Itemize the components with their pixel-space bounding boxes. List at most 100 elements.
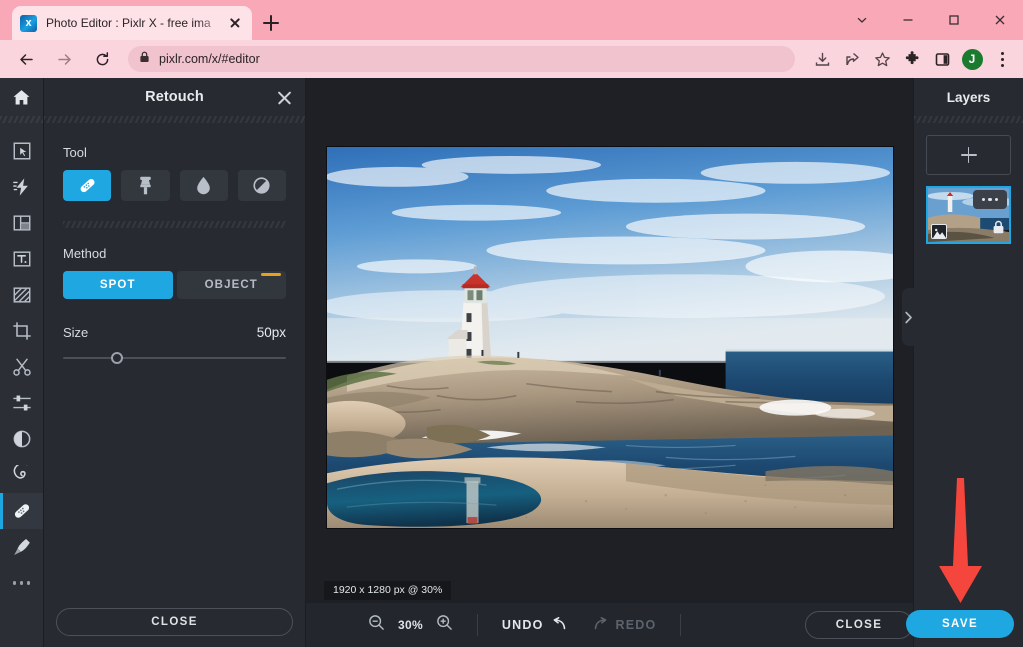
browser-toolbar: pixlr.com/x/#editor J bbox=[0, 40, 1023, 78]
plus-icon bbox=[960, 147, 977, 163]
sidebar-item-ai-tools[interactable] bbox=[0, 169, 43, 205]
panel-collapse-handle[interactable] bbox=[902, 288, 915, 346]
canvas-stage: 1920 x 1280 px @ 30% 30% UNDO REDO CLOSE bbox=[306, 78, 913, 647]
tool-blur-button[interactable] bbox=[179, 170, 228, 201]
pixlr-favicon: x bbox=[20, 14, 37, 32]
save-button-label: SAVE bbox=[941, 618, 979, 630]
size-slider[interactable] bbox=[63, 349, 286, 367]
sidebar-item-draw[interactable] bbox=[0, 277, 43, 313]
browser-window: x Photo Editor : Pixlr X - free ima pixl… bbox=[0, 0, 1023, 647]
layers-list bbox=[914, 123, 1023, 244]
sidebar-item-crop[interactable] bbox=[0, 313, 43, 349]
sidebar-item-retouch[interactable] bbox=[0, 493, 43, 529]
panel-close-button[interactable]: CLOSE bbox=[56, 608, 293, 636]
maximize-icon[interactable] bbox=[931, 0, 977, 40]
panel-body: Tool Method SPOT OBJECT Size 50px bbox=[44, 123, 305, 367]
three-dots-icon bbox=[12, 581, 31, 585]
profile-initial: J bbox=[961, 48, 983, 70]
side-panel-icon[interactable] bbox=[927, 44, 957, 74]
forward-arrow-icon[interactable] bbox=[48, 43, 80, 75]
panel-title: Retouch bbox=[145, 89, 204, 105]
size-control: Size 50px bbox=[63, 325, 286, 340]
tool-label: Tool bbox=[63, 145, 87, 160]
new-tab-button[interactable] bbox=[258, 10, 284, 36]
chevron-down-icon[interactable] bbox=[839, 0, 885, 40]
rail-divider bbox=[0, 116, 43, 123]
save-button[interactable]: SAVE bbox=[906, 610, 1014, 638]
undo-button[interactable]: UNDO bbox=[501, 616, 567, 634]
home-icon[interactable] bbox=[0, 78, 43, 116]
zoom-level: 30% bbox=[398, 618, 423, 632]
download-icon[interactable] bbox=[807, 44, 837, 74]
panel-divider bbox=[44, 116, 305, 123]
layers-header: Layers bbox=[914, 78, 1023, 116]
layers-divider bbox=[914, 116, 1023, 123]
layers-panel: Layers bbox=[902, 78, 1023, 647]
tab-close-icon[interactable] bbox=[226, 14, 244, 32]
avatar[interactable]: J bbox=[957, 44, 987, 74]
bookmark-star-icon[interactable] bbox=[867, 44, 897, 74]
size-label: Size bbox=[63, 325, 89, 340]
address-bar[interactable]: pixlr.com/x/#editor bbox=[128, 46, 795, 72]
reload-icon[interactable] bbox=[86, 43, 118, 75]
tool-options bbox=[63, 170, 286, 201]
layer-menu-button[interactable] bbox=[973, 190, 1007, 209]
browser-tab-strip: x Photo Editor : Pixlr X - free ima bbox=[0, 0, 1023, 40]
redo-button[interactable]: REDO bbox=[593, 616, 657, 634]
tool-heal-button[interactable] bbox=[63, 170, 112, 201]
sidebar-item-liquify[interactable] bbox=[0, 457, 43, 493]
pixlr-editor: Retouch Tool Method SPOT OBJECT Size 50p… bbox=[0, 78, 1023, 647]
sidebar-item-adjust[interactable] bbox=[0, 385, 43, 421]
slider-thumb[interactable] bbox=[110, 352, 123, 364]
three-dots-vertical-icon[interactable] bbox=[987, 44, 1017, 74]
list-item[interactable] bbox=[926, 186, 1011, 244]
close-button[interactable]: CLOSE bbox=[805, 611, 913, 639]
method-spot-button[interactable]: SPOT bbox=[63, 271, 173, 299]
close-icon[interactable] bbox=[276, 89, 293, 106]
tool-clone-button[interactable] bbox=[121, 170, 170, 201]
chevron-right-icon bbox=[905, 311, 912, 323]
slider-track bbox=[63, 357, 286, 359]
history-controls: UNDO REDO bbox=[501, 616, 657, 634]
canvas-area[interactable]: 1920 x 1280 px @ 30% bbox=[306, 78, 913, 603]
close-icon[interactable] bbox=[977, 0, 1023, 40]
image-canvas[interactable] bbox=[326, 146, 894, 529]
sidebar-item-more[interactable] bbox=[0, 565, 43, 601]
undo-label: UNDO bbox=[501, 618, 544, 632]
section-divider bbox=[63, 221, 286, 228]
method-label: Method bbox=[63, 246, 107, 261]
sidebar-item-layout[interactable] bbox=[0, 205, 43, 241]
panel-header: Retouch bbox=[44, 78, 305, 116]
toolbar-divider-2 bbox=[680, 614, 682, 636]
tool-rail-items bbox=[0, 123, 43, 601]
tool-dodge-burn-button[interactable] bbox=[237, 170, 286, 201]
share-icon[interactable] bbox=[837, 44, 867, 74]
sidebar-item-effects[interactable] bbox=[0, 421, 43, 457]
redo-label: REDO bbox=[615, 618, 657, 632]
lock-icon[interactable] bbox=[992, 220, 1005, 239]
zoom-in-icon[interactable] bbox=[436, 614, 453, 636]
lighthouse-photo bbox=[327, 147, 893, 528]
sidebar-item-arrange[interactable] bbox=[0, 133, 43, 169]
minimize-icon[interactable] bbox=[885, 0, 931, 40]
add-layer-button[interactable] bbox=[926, 135, 1011, 175]
sidebar-item-cutout[interactable] bbox=[0, 349, 43, 385]
zoom-controls: 30% bbox=[368, 614, 453, 636]
sidebar-item-paint[interactable] bbox=[0, 529, 43, 565]
lock-icon bbox=[139, 50, 150, 68]
premium-badge bbox=[261, 273, 281, 276]
size-value: 50px bbox=[256, 325, 286, 340]
method-object-button[interactable]: OBJECT bbox=[176, 271, 286, 299]
address-bar-url: pixlr.com/x/#editor bbox=[159, 52, 260, 66]
zoom-out-icon[interactable] bbox=[368, 614, 385, 636]
back-arrow-icon[interactable] bbox=[10, 43, 42, 75]
undo-arrow-icon bbox=[551, 616, 567, 634]
image-icon bbox=[931, 224, 947, 239]
tab-title: Photo Editor : Pixlr X - free ima bbox=[46, 16, 211, 30]
canvas-dimensions-badge: 1920 x 1280 px @ 30% bbox=[324, 581, 452, 600]
method-object-label: OBJECT bbox=[204, 279, 258, 291]
sidebar-item-text[interactable] bbox=[0, 241, 43, 277]
browser-tab[interactable]: x Photo Editor : Pixlr X - free ima bbox=[12, 6, 252, 40]
layers-title: Layers bbox=[946, 89, 991, 105]
extensions-puzzle-icon[interactable] bbox=[897, 44, 927, 74]
